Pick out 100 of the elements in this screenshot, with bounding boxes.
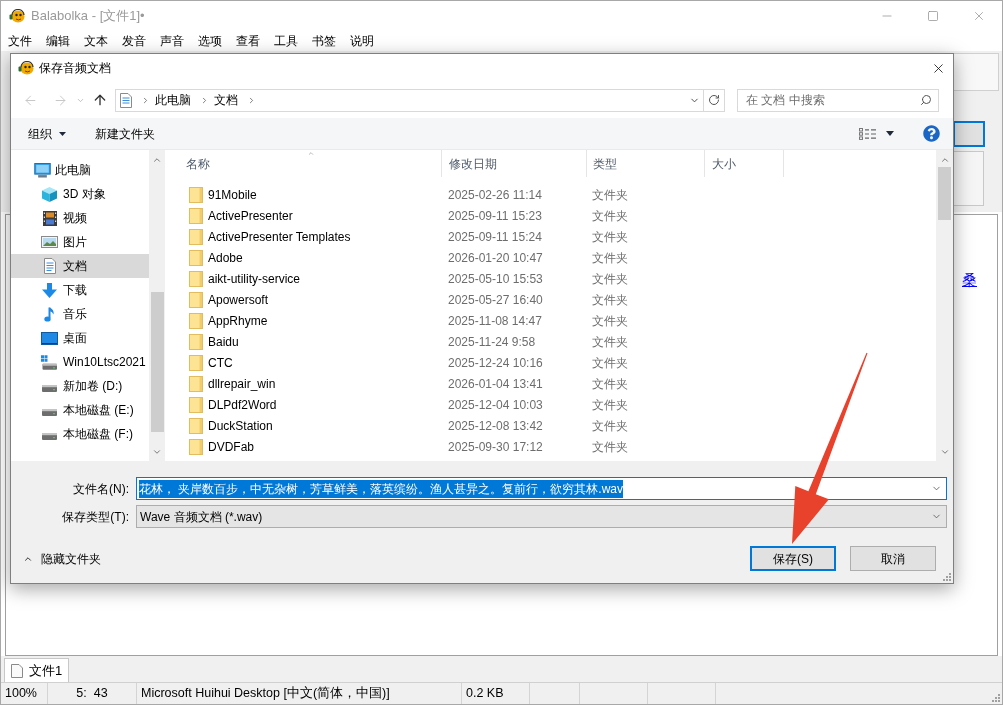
type-cell-text: 文件夹 [591, 207, 629, 225]
nav-item[interactable]: 图片 [11, 230, 149, 254]
modified-date-cell-text: 2025-09-30 17:12 [447, 438, 544, 456]
nav-item[interactable]: 新加卷 (D:) [11, 374, 149, 398]
file-item[interactable]: CTC [165, 352, 441, 373]
menu-item[interactable]: 文本 [79, 31, 113, 51]
cube-icon [42, 186, 57, 202]
file-type-label: 保存类型(T): [61, 508, 129, 526]
folder-icon [189, 270, 203, 287]
scrollbar-thumb[interactable] [938, 167, 951, 220]
file-item[interactable]: DuckStation [165, 415, 441, 436]
view-options-button[interactable] [858, 126, 876, 141]
nav-item[interactable]: 桌面 [11, 326, 149, 350]
modified-date-cell-text: 2025-05-10 15:53 [447, 270, 544, 288]
document-tab[interactable]: 文件1 [4, 658, 70, 682]
file-item[interactable]: Baidu [165, 331, 441, 352]
document-icon [44, 258, 56, 274]
menu-item[interactable]: 工具 [269, 31, 303, 51]
menu-item[interactable]: 书签 [307, 31, 341, 51]
status-text: Microsoft Huihui Desktop [中文(简体，中国)] [141, 685, 390, 703]
folder-icon [189, 354, 203, 371]
file-name-label: 文件名(N): [72, 480, 129, 498]
column-header[interactable]: 大小 [704, 150, 784, 177]
new-folder-button[interactable]: 新建文件夹 [95, 124, 155, 143]
type-cell-text: 文件夹 [591, 417, 629, 435]
link-text[interactable]: 桑 [962, 271, 977, 288]
search-field[interactable]: 在 文档 中搜索 [737, 88, 939, 112]
file-name-field[interactable]: 花林， 夹岸数百步，中无杂树，芳草鲜美，落英缤纷。渔人甚异之。复前行，欲穷其林.wav [136, 477, 947, 500]
resize-grip-icon[interactable] [991, 693, 1000, 702]
folder-icon [189, 291, 203, 308]
modified-date-cell-text: 2025-12-08 13:42 [447, 417, 544, 435]
chevron-right-icon [247, 95, 256, 105]
refresh-button[interactable] [704, 88, 725, 112]
menu-item[interactable]: 发音 [117, 31, 151, 51]
type-cell-text: 文件夹 [591, 186, 629, 204]
column-header[interactable]: 修改日期 [441, 150, 586, 177]
resize-grip-icon[interactable] [942, 572, 951, 581]
search-icon[interactable] [920, 93, 932, 106]
folder-icon [189, 312, 203, 329]
address-field[interactable]: 此电脑 文档 [115, 88, 704, 112]
file-item[interactable]: AppRhyme [165, 310, 441, 331]
desktop-icon [41, 331, 58, 345]
menu-item[interactable]: 编辑 [41, 31, 75, 51]
menu-item[interactable]: 说明 [345, 31, 379, 51]
modified-date-cell-text: 2025-12-24 10:16 [447, 354, 544, 372]
nav-item[interactable]: 本地磁盘 (F:) [11, 422, 149, 446]
toolbar-button[interactable] [953, 121, 985, 147]
folder-icon [189, 249, 203, 266]
refresh-icon [708, 94, 720, 106]
file-type-dropdown[interactable]: Wave 音频文档 (*.wav) [136, 505, 947, 528]
type-cell-text: 文件夹 [591, 228, 629, 246]
status-text: 5: 43 [76, 685, 108, 703]
drive-icon [42, 385, 57, 392]
file-item[interactable]: dllrepair_win [165, 373, 441, 394]
file-item[interactable]: DLPdf2Word [165, 394, 441, 415]
folder-icon [189, 396, 203, 413]
nav-item[interactable]: 下载 [11, 278, 149, 302]
scroll-up-icon[interactable] [152, 155, 162, 165]
nav-item[interactable]: 文档 [11, 254, 149, 278]
nav-item[interactable]: 音乐 [11, 302, 149, 326]
nav-item[interactable]: 视频 [11, 206, 149, 230]
column-header[interactable]: 名称 [165, 150, 441, 177]
file-item[interactable]: Apowersoft [165, 289, 441, 310]
file-item[interactable]: DVDFab [165, 436, 441, 457]
hide-folders-button[interactable]: 隐藏文件夹 [23, 549, 101, 568]
breadcrumb-item[interactable]: 此电脑 [155, 91, 191, 109]
drive-icon [42, 409, 57, 416]
nav-item[interactable]: 此电脑 [11, 158, 149, 182]
scroll-down-icon[interactable] [152, 447, 162, 457]
nav-item[interactable]: 本地磁盘 (E:) [11, 398, 149, 422]
caret-icon [885, 131, 894, 136]
column-header[interactable]: 类型 [586, 150, 704, 177]
menu-item[interactable]: 声音 [155, 31, 189, 51]
folder-icon [189, 438, 203, 455]
scroll-down-icon[interactable] [939, 447, 950, 457]
file-item[interactable]: ActivePresenter Templates [165, 226, 441, 247]
file-item[interactable]: aikt-utility-service [165, 268, 441, 289]
dialog-button[interactable]: 保存(S) [750, 546, 836, 571]
menu-item[interactable]: 选项 [193, 31, 227, 51]
help-button[interactable] [922, 124, 940, 143]
file-item[interactable]: 91Mobile [165, 184, 441, 205]
status-text: 100% [5, 685, 37, 703]
nav-item[interactable]: Win10Ltsc2021 [11, 350, 149, 374]
modified-date-cell-text: 2025-05-27 16:40 [447, 291, 544, 309]
scroll-up-icon[interactable] [939, 155, 950, 165]
scrollbar-thumb[interactable] [150, 292, 164, 432]
modified-date-cell-text: 2026-01-04 13:41 [447, 375, 544, 393]
nav-item[interactable]: 3D 对象 [11, 182, 149, 206]
modified-date-cell-text: 2025-12-04 10:03 [447, 396, 544, 414]
dialog-button[interactable]: 取消 [850, 546, 936, 571]
file-item[interactable]: ActivePresenter [165, 205, 441, 226]
menu-item[interactable]: 查看 [231, 31, 265, 51]
breadcrumb-item[interactable]: 文档 [214, 91, 238, 109]
type-cell-text: 文件夹 [591, 375, 629, 393]
smiley-headphones-icon [9, 9, 25, 23]
chevron-right-icon [141, 95, 150, 105]
menu-item[interactable]: 文件 [3, 31, 37, 51]
file-item[interactable]: Adobe [165, 247, 441, 268]
organize-button[interactable]: 组织 [28, 124, 66, 143]
details-view-icon [858, 127, 876, 140]
